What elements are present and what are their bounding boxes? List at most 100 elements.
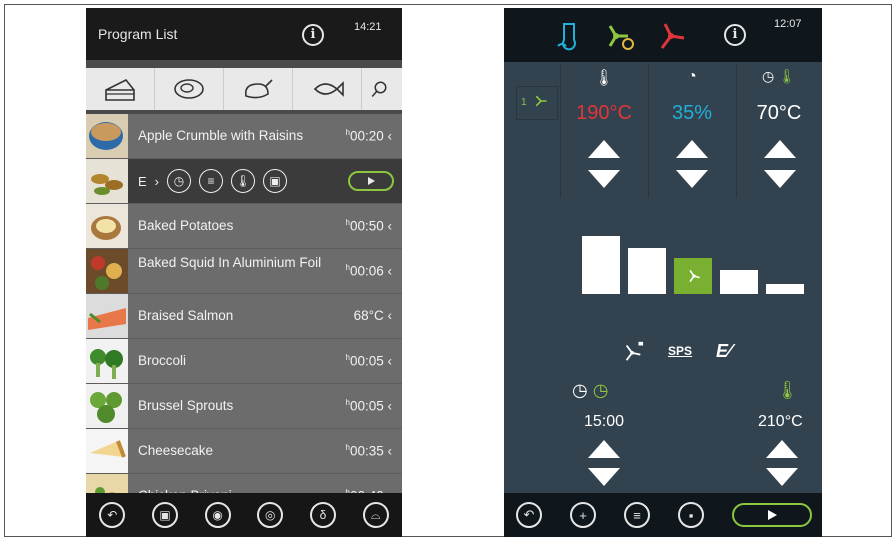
humidity-down-arrow[interactable] <box>676 170 708 188</box>
humidity-control: ◔ 35% <box>648 64 736 198</box>
program-duration: h00:35 ‹ <box>345 443 393 459</box>
fan-speed-level[interactable] <box>766 284 804 294</box>
oven-icon[interactable]: ▣ <box>151 502 178 528</box>
list-item-selected[interactable]: E › ◷ ≡ 🌡︎ ▣ <box>86 159 402 204</box>
temperature-control: 🌡︎ 190°C <box>560 64 648 198</box>
tab-fish[interactable] <box>293 68 362 110</box>
fan-speed-level[interactable] <box>582 236 620 294</box>
steam-mode-icon[interactable] <box>552 20 586 52</box>
food-thumbnail <box>86 339 128 383</box>
humidity-icon: ◔ <box>687 68 697 85</box>
list-item[interactable]: Brussel Sprouts h00:05 ‹ <box>86 384 402 429</box>
program-duration: h00:06 ‹ <box>345 263 393 279</box>
program-name: Brussel Sprouts <box>138 398 234 413</box>
thermometer-icon[interactable]: 🌡︎ <box>231 169 256 193</box>
fan-speed-level[interactable] <box>720 270 758 294</box>
program-name: Baked Potatoes <box>138 218 234 233</box>
core-temp-up-arrow[interactable] <box>764 140 796 158</box>
clock-probe-icon: ◷ 🌡︎ <box>762 68 796 84</box>
preheat-down-arrow[interactable] <box>766 468 798 486</box>
thermometer-icon: 🌡︎ <box>776 380 799 400</box>
temperature-value: 190°C <box>576 102 632 124</box>
fan-speed-level[interactable] <box>628 248 666 294</box>
tab-poultry[interactable] <box>224 68 293 110</box>
back-icon[interactable]: ↶ <box>516 502 542 528</box>
temperature-down-arrow[interactable] <box>588 170 620 188</box>
tab-meat[interactable] <box>155 68 224 110</box>
page-title: Program List <box>98 26 178 42</box>
fan-reverse-icon[interactable] <box>622 340 644 362</box>
food-thumbnail <box>86 249 128 293</box>
category-tabs <box>86 68 402 110</box>
eco-icon[interactable]: E⁄ <box>716 341 731 362</box>
list-item[interactable]: Broccoli h00:05 ‹ <box>86 339 402 384</box>
search-icon <box>371 81 387 97</box>
program-name: Braised Salmon <box>138 308 234 323</box>
fish-icon <box>313 81 344 97</box>
favorite-icon[interactable]: δ <box>309 502 336 528</box>
program-list-screen: Program List i 14:21 Apple Crumble with … <box>86 8 402 537</box>
humidity-up-arrow[interactable] <box>676 140 708 158</box>
bottom-toolbar: ↶ ▣ ◉ ◎ δ ⌓ <box>86 493 402 537</box>
core-temp-control: ◷ 🌡︎ 70°C <box>736 64 822 198</box>
timer-icon[interactable]: ◷ <box>167 169 192 193</box>
program-duration: h00:05 ‹ <box>345 398 393 414</box>
convection-mode-icon[interactable] <box>654 20 688 52</box>
list-icon[interactable]: ≡ <box>624 502 650 528</box>
timer-down-arrow[interactable] <box>588 468 620 486</box>
timer-up-arrow[interactable] <box>588 440 620 458</box>
program-duration: h00:50 ‹ <box>345 218 393 234</box>
cooking-settings-screen: i 12:07 1 🌡︎ 190°C ◔ 35% ◷ 🌡︎ 70°C SPS E… <box>504 8 822 537</box>
preheat-up-arrow[interactable] <box>766 440 798 458</box>
sps-button[interactable]: SPS <box>668 344 692 358</box>
food-thumbnail <box>86 204 128 248</box>
start-button[interactable] <box>732 503 812 527</box>
timer-control: ◷ ◷ 15:00 <box>566 380 646 492</box>
program-name: Apple Crumble with Raisins <box>138 128 304 143</box>
food-thumbnail <box>86 114 128 158</box>
list-item[interactable]: Cheesecake h00:35 ‹ <box>86 429 402 474</box>
tab-desserts[interactable] <box>86 68 155 110</box>
cake-icon <box>105 78 135 101</box>
save-icon[interactable]: ▪ <box>678 502 704 528</box>
chevron-right-icon: › <box>154 173 160 189</box>
list-icon[interactable]: ≡ <box>199 169 224 193</box>
program-core-temp: 68°C ‹ <box>353 308 392 323</box>
probe-icon[interactable]: ◉ <box>204 502 231 528</box>
program-name: Baked Squid In Aluminium Foil <box>138 255 322 270</box>
header-bar: i 12:07 <box>504 8 822 62</box>
thermometer-icon: 🌡︎ <box>593 70 615 87</box>
info-icon[interactable]: i <box>724 24 746 46</box>
phase-indicator[interactable]: 1 <box>516 86 558 120</box>
program-duration: h00:05 ‹ <box>345 353 393 369</box>
fan-icon <box>689 269 700 283</box>
food-thumbnail <box>86 429 128 473</box>
cloche-icon[interactable]: ⌓ <box>362 502 389 528</box>
combi-mode-icon[interactable] <box>602 20 636 52</box>
timer-icon: ◷ ◷ <box>572 380 609 400</box>
core-temp-down-arrow[interactable] <box>764 170 796 188</box>
search-button[interactable] <box>362 68 402 110</box>
phase-number: 1 <box>521 97 527 108</box>
temperature-up-arrow[interactable] <box>588 140 620 158</box>
timer-value: 15:00 <box>584 413 625 430</box>
list-item[interactable]: Braised Salmon 68°C ‹ <box>86 294 402 339</box>
steak-icon <box>174 79 204 99</box>
program-duration: h00:20 ‹ <box>345 128 393 144</box>
list-item[interactable]: Baked Potatoes h00:50 ‹ <box>86 204 402 249</box>
core-temp-value: 70°C <box>756 102 802 124</box>
plate-icon[interactable]: ◎ <box>257 502 284 528</box>
add-icon[interactable]: + <box>570 502 596 528</box>
list-item[interactable]: Apple Crumble with Raisins h00:20 ‹ <box>86 114 402 159</box>
start-program-button[interactable] <box>348 171 394 191</box>
info-icon[interactable]: i <box>302 24 324 46</box>
clock: 12:07 <box>774 18 802 30</box>
food-thumbnail <box>86 294 128 338</box>
list-item[interactable]: Baked Squid In Aluminium Foil h00:06 ‹ <box>86 249 402 294</box>
program-name: E <box>138 173 147 189</box>
food-thumbnail <box>86 159 128 203</box>
program-name: Cheesecake <box>138 443 214 458</box>
oven-icon[interactable]: ▣ <box>263 169 288 193</box>
fan-icon <box>535 95 547 107</box>
back-icon[interactable]: ↶ <box>99 502 126 528</box>
